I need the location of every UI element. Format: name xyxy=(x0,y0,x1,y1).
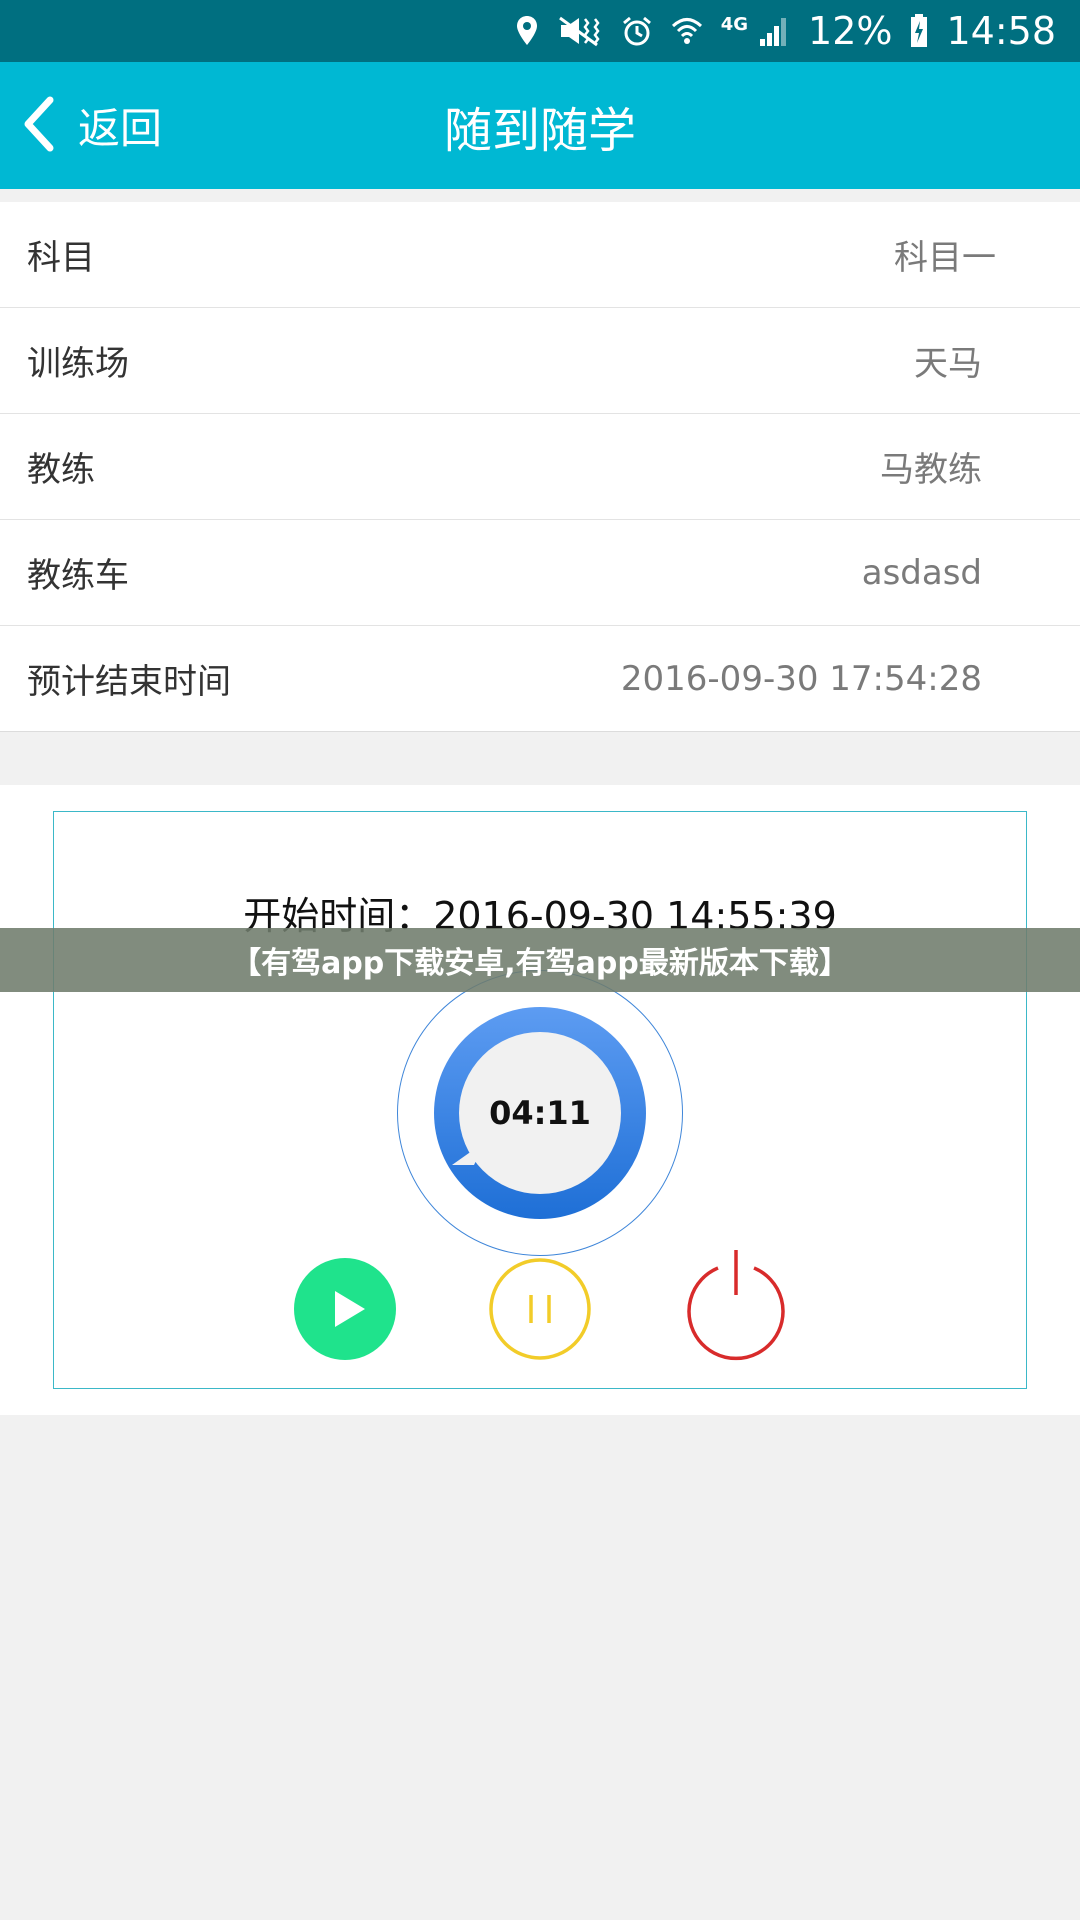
info-row-subject: 科目 科目一 xyxy=(0,202,1080,308)
battery-charging-icon xyxy=(910,14,928,48)
info-list: 科目 科目一 训练场 天马 教练 马教练 教练车 asdasd 预计结束时间 2… xyxy=(0,202,1080,732)
info-label: 预计结束时间 xyxy=(27,662,231,702)
battery-percent: 12% xyxy=(808,9,893,53)
play-icon xyxy=(294,1258,396,1360)
location-icon xyxy=(515,15,539,47)
info-value: 2016-09-30 17:54:28 xyxy=(620,658,982,699)
info-label: 训练场 xyxy=(27,344,129,384)
elapsed-time: 04:11 xyxy=(489,1094,591,1132)
wifi-icon xyxy=(671,15,703,47)
info-value: 天马 xyxy=(914,344,982,384)
alarm-icon xyxy=(621,15,653,47)
info-label: 教练车 xyxy=(27,556,129,596)
info-value: asdasd xyxy=(861,552,982,593)
timer-dial: 04:11 xyxy=(434,1007,646,1219)
toolbar: 返回 随到随学 xyxy=(0,62,1080,189)
network-type: 4G xyxy=(720,13,749,35)
mute-icon xyxy=(557,15,603,47)
info-value: 马教练 xyxy=(880,450,982,490)
info-label: 科目 xyxy=(27,238,95,278)
info-row-end-time: 预计结束时间 2016-09-30 17:54:28 xyxy=(0,626,1080,732)
pause-icon xyxy=(489,1258,591,1360)
signal-icon xyxy=(758,15,790,47)
back-label: 返回 xyxy=(78,104,163,153)
pause-button[interactable] xyxy=(488,1257,592,1361)
chevron-left-icon xyxy=(22,96,56,156)
info-row-coach-car: 教练车 asdasd xyxy=(0,520,1080,626)
info-row-training-ground: 训练场 天马 xyxy=(0,308,1080,414)
info-label: 教练 xyxy=(27,450,95,490)
timer-panel: 开始时间：2016-09-30 14:55:39 04:11 xyxy=(0,785,1080,1415)
back-button[interactable]: 返回 xyxy=(22,62,162,189)
info-value: 科目一 xyxy=(894,238,996,278)
clock: 14:58 xyxy=(946,9,1056,53)
status-bar: 4G 12% 14:58 xyxy=(0,0,1080,62)
stop-button[interactable] xyxy=(684,1250,788,1361)
watermark-banner: 【有驾app下载安卓,有驾app最新版本下载】 xyxy=(0,928,1080,992)
info-row-coach: 教练 马教练 xyxy=(0,414,1080,520)
play-button[interactable] xyxy=(293,1257,397,1361)
power-icon xyxy=(687,1250,785,1361)
